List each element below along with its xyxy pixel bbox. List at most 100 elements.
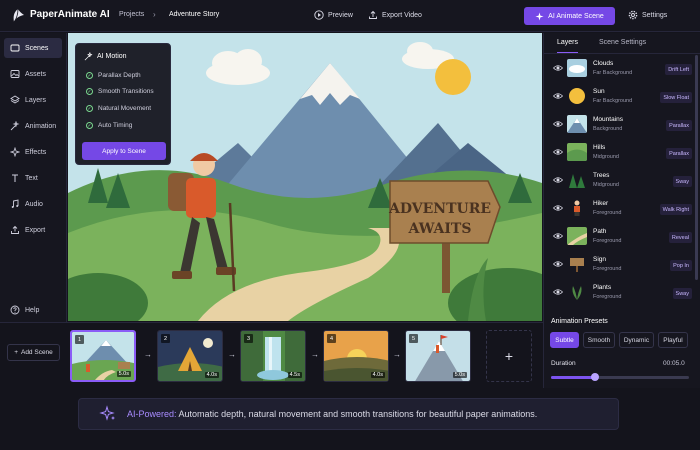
layer-thumb-hiker [567,199,587,217]
tab-scene-settings[interactable]: Scene Settings [599,39,646,52]
sidebar-item-effects[interactable]: Effects [4,142,62,162]
eye-icon[interactable] [553,91,563,101]
check-circle-icon: ✓ [86,72,93,79]
scene-thumbnail-3[interactable]: 3 4.5s [240,330,306,382]
duration-label: Duration [551,360,576,367]
preset-subtle-button[interactable]: Subtle [550,332,579,348]
sidebar-item-audio[interactable]: Audio [4,194,62,214]
layers-icon [10,95,20,104]
sidebar-item-animation[interactable]: Animation [4,116,62,136]
layer-thumb-clouds [567,59,587,77]
ai-option-smooth-transitions[interactable]: ✓ Smooth Transitions [86,88,154,95]
layer-animation-badge[interactable]: Pop In [670,260,692,271]
preset-smooth-button[interactable]: Smooth [583,332,615,348]
breadcrumb-separator: › [153,10,156,19]
layer-animation-badge[interactable]: Parallax [666,120,692,131]
sidebar-item-layers[interactable]: Layers [4,90,62,110]
layer-name: Sun [593,88,605,95]
preset-dynamic-button[interactable]: Dynamic [619,332,654,348]
layer-animation-badge[interactable]: Slow Float [660,92,692,103]
ai-option-auto-timing[interactable]: ✓ Auto Timing [86,122,132,129]
sidebar-item-text[interactable]: Text [4,168,62,188]
eye-icon[interactable] [553,119,563,129]
sidebar-item-scenes[interactable]: Scenes [4,38,62,58]
layer-thumb-plants [567,283,587,301]
assets-icon [10,70,20,78]
check-circle-icon: ✓ [86,105,93,112]
ai-option-label: Smooth Transitions [98,88,154,95]
scene-number: 5 [409,334,418,343]
scene-number: 1 [75,335,84,344]
scene-number: 2 [161,334,170,343]
check-circle-icon: ✓ [86,122,93,129]
scene-number: 4 [327,334,336,343]
left-sidebar: Scenes Assets Layers Animation Effects T… [0,33,67,323]
layer-thumb-sun [567,87,587,105]
breadcrumb-projects[interactable]: Projects [119,11,144,18]
layer-name: Mountains [593,116,623,123]
layer-row-clouds[interactable]: Clouds Far Background Drift Left [544,55,694,82]
eye-icon[interactable] [553,287,563,297]
eye-icon[interactable] [553,175,563,185]
sidebar-item-assets[interactable]: Assets [4,64,62,84]
export-video-button[interactable]: Export Video [368,10,422,20]
scene-thumbnail-1[interactable]: 1 5.0s [70,330,136,382]
layer-name: Path [593,228,607,235]
ai-motion-panel: AI Motion ✓ Parallax Depth ✓ Smooth Tran… [75,43,171,165]
app-title: PaperAnimate AI [30,9,110,20]
add-scene-button[interactable]: + Add Scene [7,344,60,361]
eye-icon[interactable] [553,63,563,73]
ai-option-parallax-depth[interactable]: ✓ Parallax Depth [86,72,141,79]
scene-thumbnail-2[interactable]: 2 4.0s [157,330,223,382]
layer-row-hills[interactable]: Hills Midground Parallax [544,139,694,166]
ai-animate-scene-button[interactable]: AI Animate Scene [524,7,615,25]
layer-thumb-sign [567,255,587,273]
animation-icon [10,121,20,131]
scene-thumbnail-4[interactable]: 4 4.0s [323,330,389,382]
sidebar-item-export[interactable]: Export [4,220,62,240]
sidebar-item-label: Animation [25,122,57,130]
ai-animate-scene-label: AI Animate Scene [548,12,604,20]
ai-option-label: Auto Timing [98,122,133,129]
layer-thumb-path [567,227,587,245]
layer-row-sun[interactable]: Sun Far Background Slow Float [544,83,694,110]
layers-scrollbar[interactable] [695,55,698,280]
preview-button[interactable]: Preview [314,10,353,20]
layer-animation-badge[interactable]: Drift Left [665,64,692,75]
eye-icon[interactable] [553,147,563,157]
layer-thumb-mountains [567,115,587,133]
layer-animation-badge[interactable]: Parallax [666,148,692,159]
check-circle-icon: ✓ [86,88,93,95]
sidebar-item-help[interactable]: Help [4,300,62,320]
layer-row-trees[interactable]: Trees Midground Sway [544,167,694,194]
tab-layers[interactable]: Layers [557,39,579,54]
layer-animation-badge[interactable]: Reveal [668,232,692,243]
layer-row-sign[interactable]: Sign Foreground Pop In [544,251,694,278]
layer-row-mountains[interactable]: Mountains Background Parallax [544,111,694,138]
help-icon [10,305,20,315]
preset-playful-button[interactable]: Playful [658,332,688,348]
layer-type: Far Background [593,70,633,76]
sun [435,59,471,95]
banner-highlight: AI-Powered: [127,409,177,419]
sidebar-item-label: Text [25,174,38,182]
layer-animation-badge[interactable]: Walk Right [659,204,692,215]
layer-thumb-trees [567,171,587,189]
layer-animation-badge[interactable]: Sway [672,288,692,299]
ai-option-natural-movement[interactable]: ✓ Natural Movement [86,105,151,112]
apply-to-scene-button[interactable]: Apply to Scene [82,142,166,160]
eye-icon[interactable] [553,259,563,269]
upload-icon [369,10,377,19]
settings-button[interactable]: Settings [628,10,667,20]
layer-row-plants[interactable]: Plants Foreground Sway [544,279,694,306]
layer-animation-badge[interactable]: Sway [672,176,692,187]
ai-option-label: Natural Movement [98,105,152,112]
layer-row-hiker[interactable]: Hiker Foreground Walk Right [544,195,694,222]
layer-row-path[interactable]: Path Foreground Reveal [544,223,694,250]
add-scene-tile[interactable]: + [486,330,532,382]
layer-name: Hiker [593,200,609,207]
scene-thumbnail-5[interactable]: 5 5.0s [405,330,471,382]
eye-icon[interactable] [553,203,563,213]
layer-name: Sign [593,256,607,263]
eye-icon[interactable] [553,231,563,241]
